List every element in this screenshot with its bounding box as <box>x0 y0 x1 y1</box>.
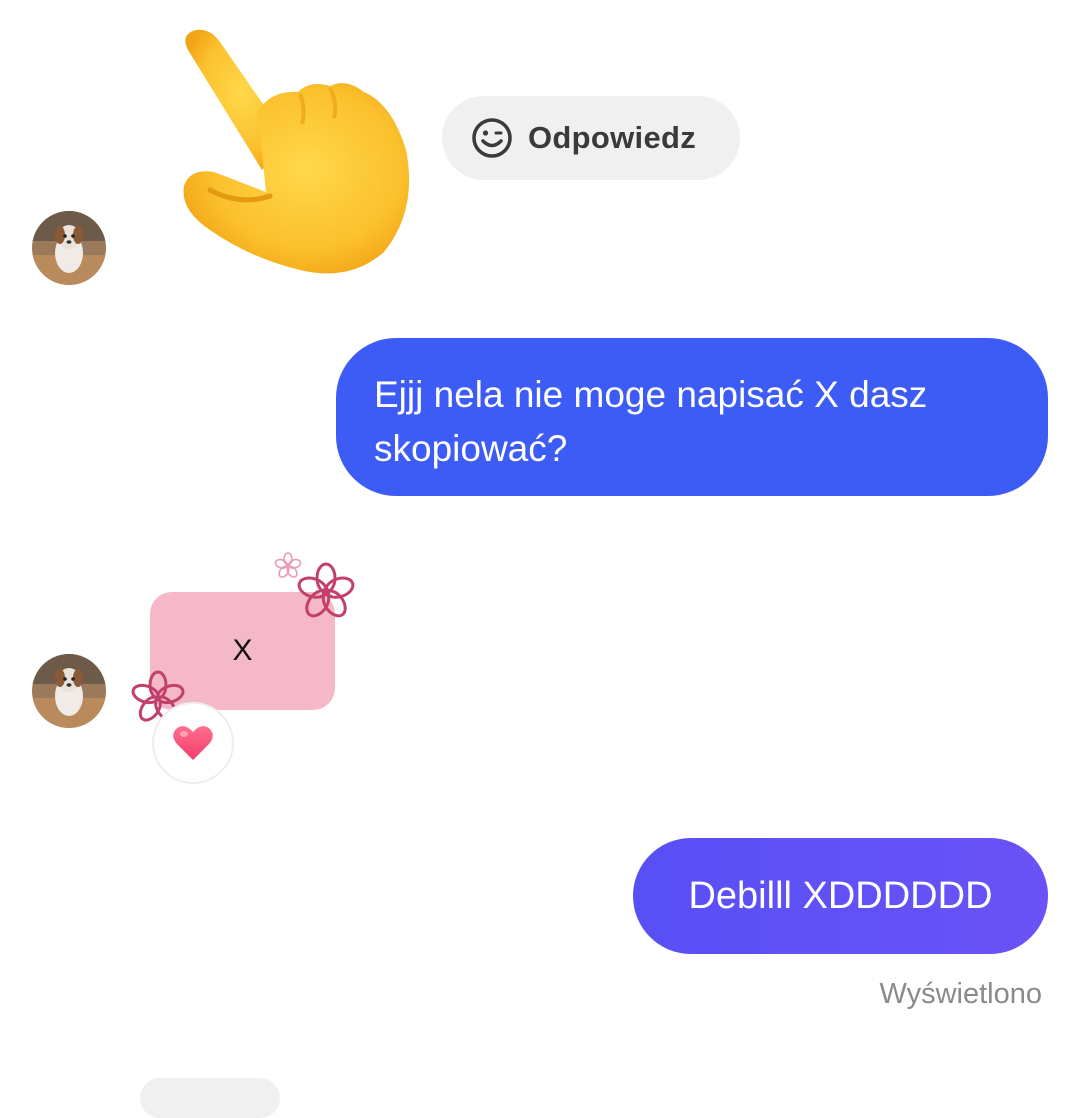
smile-icon <box>472 118 512 158</box>
reply-label: Odpowiedz <box>528 120 697 155</box>
outgoing-message[interactable]: Debilll XDDDDDD <box>633 838 1048 954</box>
reply-button[interactable]: Odpowiedz <box>442 96 740 180</box>
pointing-hand-emoji <box>170 20 420 280</box>
flower-icon <box>297 562 355 618</box>
avatar[interactable] <box>32 211 106 285</box>
avatar[interactable] <box>32 654 106 728</box>
sticker-text: X <box>232 634 253 667</box>
heart-reaction[interactable] <box>152 702 234 784</box>
message-text: Ejjj nela nie moge napisać X dasz skopio… <box>374 374 928 469</box>
outgoing-message[interactable]: Ejjj nela nie moge napisać X dasz skopio… <box>336 338 1048 496</box>
heart-icon <box>173 726 213 760</box>
partial-message[interactable] <box>140 1078 280 1118</box>
seen-status: Wyświetlono <box>879 978 1042 1010</box>
message-text: Debilll XDDDDDD <box>688 874 993 917</box>
